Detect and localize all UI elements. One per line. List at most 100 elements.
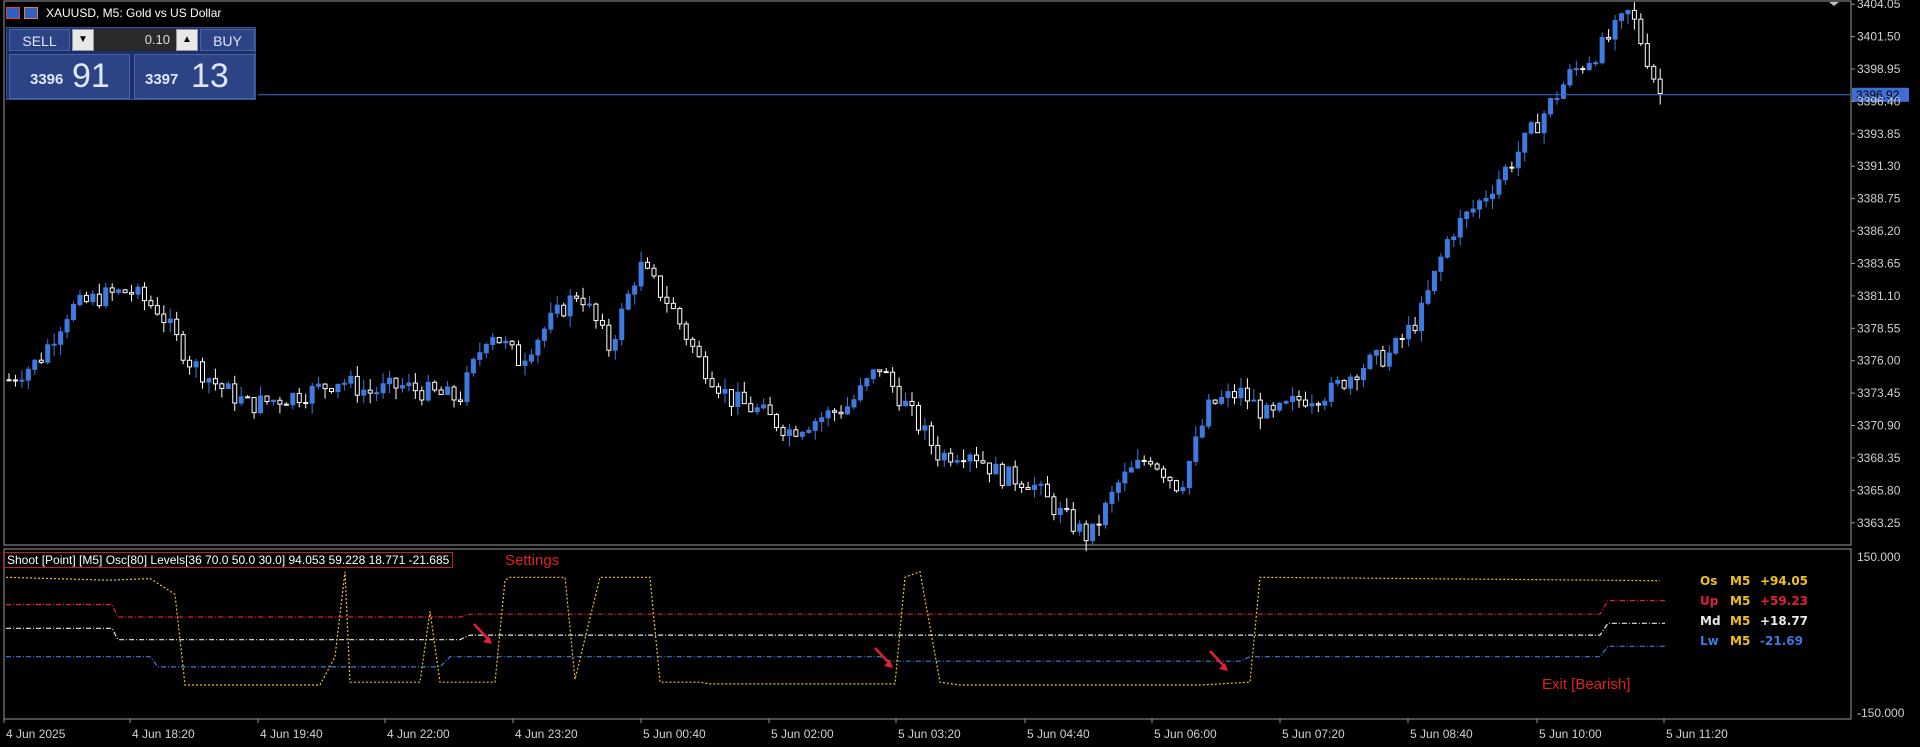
lot-increase-button[interactable]: ▲	[176, 29, 198, 51]
bid-price-button[interactable]: 3396 91	[9, 54, 130, 99]
candle-body	[1212, 399, 1218, 404]
candle-body	[832, 410, 838, 413]
candle-body	[1257, 399, 1263, 419]
candle-body	[786, 429, 792, 436]
bid-price-prefix: 3396	[30, 71, 64, 88]
candle-body	[193, 361, 199, 368]
time-tick-label: 5 Jun 06:00	[1154, 727, 1217, 741]
settings-link[interactable]: Settings	[505, 552, 559, 569]
buy-button[interactable]: BUY	[200, 29, 255, 51]
candle-body	[1573, 68, 1579, 71]
candle-body	[264, 395, 270, 403]
candle-body	[690, 338, 696, 347]
candle-body	[909, 400, 915, 407]
candle-body	[548, 312, 554, 330]
candle-body	[1580, 68, 1586, 71]
candle-body	[1309, 403, 1315, 407]
candle-body	[1464, 211, 1470, 220]
candle-body	[825, 410, 831, 419]
chart-canvas[interactable]: 3396.92 3404.053401.503398.953396.403393…	[0, 0, 1920, 747]
candle-body	[728, 389, 734, 407]
candle-body	[922, 425, 928, 431]
candle-body	[754, 407, 760, 413]
candle-body	[135, 286, 141, 295]
candle-body	[354, 375, 360, 396]
candle-body	[903, 400, 909, 407]
candle-body	[838, 411, 844, 415]
candle-body	[1586, 62, 1592, 70]
candle-body	[316, 383, 322, 387]
candle-body	[735, 391, 741, 407]
indicator-label[interactable]: Shoot [Point] [M5] Osc[80] Levels[36 70.…	[3, 552, 454, 568]
candle-body	[1367, 354, 1373, 369]
legend-row-lw: Lw M5 -21.69	[1700, 634, 1803, 648]
candle-body	[1361, 367, 1366, 381]
candle-body	[574, 295, 580, 299]
ask-price-prefix: 3397	[145, 71, 179, 88]
lot-decrease-button[interactable]: ▼	[72, 29, 94, 51]
candle-body	[58, 331, 64, 345]
osc-min-label: -150.000	[1857, 706, 1905, 720]
candle-body	[1006, 466, 1012, 486]
candle-body	[651, 267, 657, 277]
symbol-title: XAUUSD, M5: Gold vs US Dollar	[46, 6, 222, 20]
candle-body	[780, 427, 786, 436]
price-tick-label: 3373.45	[1857, 386, 1901, 400]
candle-body	[206, 378, 212, 383]
candle-body	[1154, 463, 1160, 470]
price-pane-border	[3, 0, 1852, 546]
candle-body	[819, 417, 825, 423]
candle-body	[90, 293, 96, 303]
time-tick-label: 4 Jun 18:20	[132, 727, 195, 741]
candle-body	[1490, 193, 1495, 199]
oscillator-pane-border	[3, 548, 1852, 720]
candle-body	[496, 337, 502, 344]
candle-body	[64, 319, 70, 333]
candle-body	[154, 305, 160, 315]
candle-body	[129, 292, 135, 295]
candle-body	[19, 379, 25, 382]
candle-body	[632, 285, 638, 295]
candle-body	[1232, 391, 1237, 399]
candle-body	[890, 371, 896, 387]
candle-body	[1032, 484, 1038, 490]
price-marker-icon	[1829, 2, 1839, 6]
legend-value: +59.23	[1760, 594, 1809, 608]
candle-body	[1444, 239, 1450, 258]
candle-body	[870, 369, 876, 380]
candle-body	[167, 318, 173, 323]
price-axis: 3404.05 3401.50 3398.95 3396.40 3393.85 3391.…	[1851, 0, 1901, 530]
price-tick-label: 3391.30	[1857, 159, 1901, 173]
candle-body	[1470, 208, 1476, 213]
candle-body	[722, 389, 728, 394]
time-tick-label: 5 Jun 11:20	[1666, 727, 1728, 741]
candle-body	[522, 360, 528, 366]
candle-body	[625, 293, 631, 310]
candle-body	[954, 460, 960, 463]
candle-body	[561, 304, 567, 317]
candle-body	[141, 286, 147, 302]
candle-body	[1522, 132, 1528, 153]
candle-body	[1225, 391, 1231, 398]
symbol-icon[interactable]	[24, 7, 38, 19]
candle-body	[322, 383, 328, 390]
candle-body	[948, 452, 954, 463]
candle-body	[296, 392, 302, 404]
menu-icon[interactable]	[6, 7, 20, 19]
candle-body	[993, 463, 999, 475]
candle-body	[877, 369, 883, 373]
candle-body	[161, 313, 167, 323]
candle-body	[670, 302, 676, 310]
legend-row-up: Up M5 +59.23	[1700, 594, 1808, 608]
candle-body	[232, 383, 238, 404]
sell-button[interactable]: SELL	[9, 29, 70, 51]
lot-size-input[interactable]: 0.10	[94, 29, 176, 51]
candle-body	[1560, 84, 1566, 99]
price-tick-label: 3376.00	[1857, 354, 1901, 368]
candle-body	[1399, 337, 1405, 340]
candle-body	[709, 378, 715, 388]
candle-body	[290, 392, 296, 406]
ask-price-button[interactable]: 3397 13	[134, 54, 255, 99]
candle-body	[1515, 151, 1521, 169]
candle-body	[1051, 496, 1057, 516]
